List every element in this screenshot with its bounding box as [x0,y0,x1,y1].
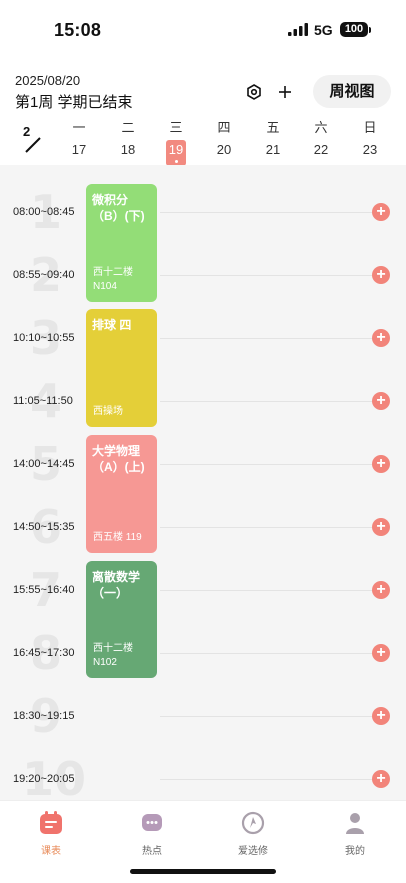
schedule-grid[interactable]: 1 08:00~08:45 + 2 08:55~09:40 + 3 10:10~… [0,165,406,800]
slot-divider [160,653,372,654]
settings-icon[interactable] [245,83,263,101]
slot-time: 15:55~16:40 [13,584,75,596]
weekday-label: 日 [363,120,377,135]
slot-time: 11:05~11:50 [13,395,73,407]
weekday-label: 三 [169,120,183,135]
course-room: 西操场 [93,406,123,417]
slot-divider [160,338,372,339]
tab-hot[interactable]: 热点 [122,811,182,857]
day-date: 19 [168,142,184,157]
course-name: 排球 四 [92,318,132,332]
add-course-button[interactable]: + [372,329,390,347]
chat-bubble-icon [142,814,162,831]
slot-time: 10:10~10:55 [13,332,75,344]
day-column-tue[interactable]: 二 18 [113,119,143,160]
tab-label: 热点 [142,846,162,857]
home-indicator [130,869,276,874]
course-card-discrete-math[interactable]: 离散数学（一） 西十二楼 N102 [86,561,157,678]
status-bar: 15:08 5G 100 [0,0,406,60]
course-name: 大学物理（A）(上) [92,444,145,474]
tab-profile[interactable]: 我的 [325,811,385,857]
slot-divider [160,527,372,528]
add-course-button[interactable]: + [372,581,390,599]
weekday-label: 五 [266,120,280,135]
cellular-signal-icon [288,23,308,36]
slot-time: 08:00~08:45 [13,206,75,218]
add-icon[interactable] [276,83,294,101]
add-course-button[interactable]: + [372,644,390,662]
status-time: 15:08 [54,20,102,40]
slot-time: 08:55~09:40 [13,269,75,281]
weekday-label: 一 [72,120,86,135]
day-date: 17 [71,142,87,157]
slot-divider [160,716,372,717]
slot-time: 14:00~14:45 [13,458,75,470]
battery-cap [369,27,371,33]
month-slash-icon [25,137,41,153]
user-icon [346,813,364,834]
course-name: 微积分（B）(下) [92,193,145,223]
tab-label: 课表 [41,846,61,857]
day-date: 20 [216,142,232,157]
calendar-icon [40,811,62,834]
day-column-sat[interactable]: 六 22 [306,119,336,160]
weekday-label: 六 [314,120,328,135]
day-date: 21 [265,142,281,157]
slot-divider [160,401,372,402]
battery-icon: 100 [340,22,368,37]
tab-label: 爱选修 [238,846,268,857]
network-type: 5G [314,22,333,38]
add-course-button[interactable]: + [372,455,390,473]
slot-time: 16:45~17:30 [13,647,75,659]
course-card-calculus[interactable]: 微积分（B）(下) 西十二楼 N104 [86,184,157,302]
course-card-physics[interactable]: 大学物理（A）(上) 西五楼 119 [86,435,157,553]
course-card-volleyball[interactable]: 排球 四 西操场 [86,309,157,427]
tab-label: 我的 [345,846,365,857]
slot-divider [160,275,372,276]
add-course-button[interactable]: + [372,518,390,536]
slot-divider [160,464,372,465]
course-name: 离散数学（一） [92,570,141,600]
slot-time: 18:30~19:15 [13,710,75,722]
today-date-badge: 19 [166,140,186,166]
compass-icon [241,811,265,835]
week-view-button[interactable]: 周视图 [313,75,391,108]
weekday-label: 四 [217,120,231,135]
course-room: 西五楼 119 [93,532,142,543]
current-date: 2025/08/20 [15,73,81,88]
slot-time: 19:20~20:05 [13,773,75,785]
day-date: 22 [313,142,329,157]
course-room: 西十二楼 N102 [93,643,133,668]
day-column-wed-today[interactable]: 三 19 [161,119,191,166]
course-room: 西十二楼 N104 [93,267,133,292]
day-column-fri[interactable]: 五 21 [258,119,288,160]
day-date: 23 [362,142,378,157]
add-course-button[interactable]: + [372,266,390,284]
weekday-label: 二 [121,120,135,135]
slot-time: 14:50~15:35 [13,521,75,533]
slot-divider [160,590,372,591]
add-course-button[interactable]: + [372,770,390,788]
day-date: 18 [120,142,136,157]
today-dot [175,160,178,163]
slot-divider [160,212,372,213]
add-course-button[interactable]: + [372,392,390,410]
day-column-thu[interactable]: 四 20 [209,119,239,160]
tab-schedule[interactable]: 课表 [21,811,81,857]
add-course-button[interactable]: + [372,707,390,725]
week-status: 第1周 学期已结束 [15,94,133,111]
day-column-mon[interactable]: 一 17 [64,119,94,160]
tab-electives[interactable]: 爱选修 [223,811,283,857]
slot-divider [160,779,372,780]
add-course-button[interactable]: + [372,203,390,221]
month-indicator: 2 [20,124,46,154]
day-column-sun[interactable]: 日 23 [355,119,385,160]
